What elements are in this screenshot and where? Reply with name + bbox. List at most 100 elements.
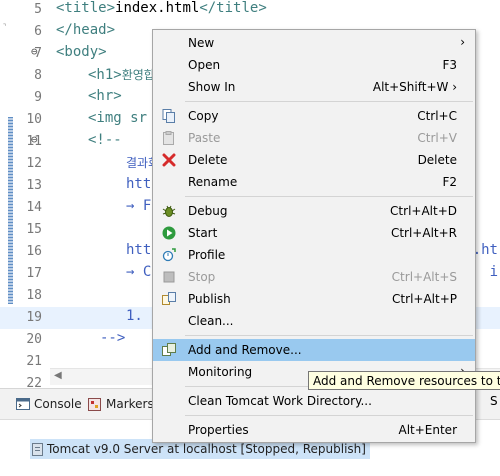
- markers-icon: [88, 398, 101, 411]
- menu-item-shortcut: Ctrl+C: [417, 109, 457, 123]
- menu-item-shortcut: Ctrl+V: [417, 131, 457, 145]
- menu-item-shortcut: Alt+Shift+W ›: [372, 80, 457, 94]
- delete-icon: [162, 153, 176, 167]
- line-number: 16: [26, 244, 42, 259]
- code-overflow-text: .ht: [472, 242, 498, 258]
- code-text: </head>: [56, 22, 116, 38]
- line-number: 18: [26, 288, 42, 303]
- copy-icon: [162, 109, 176, 123]
- menu-separator: [185, 335, 473, 336]
- menu-item-new[interactable]: New ›: [153, 32, 475, 54]
- tab-console-label: Console: [34, 397, 82, 411]
- menu-item-label: Show In: [188, 80, 236, 94]
- menu-item-clean[interactable]: Clean...: [153, 310, 475, 332]
- line-number: 11: [26, 134, 42, 149]
- profile-icon: [162, 248, 176, 262]
- menu-item-label: Clean Tomcat Work Directory...: [188, 394, 372, 408]
- code-line: 5 <title>index.html</title>: [0, 0, 500, 21]
- menu-item-rename[interactable]: Rename F2: [153, 171, 475, 193]
- menu-separator: [185, 196, 473, 197]
- line-number: 8: [34, 68, 42, 83]
- tab-overflow-label: S: [490, 394, 498, 408]
- menu-separator: [185, 415, 473, 416]
- line-number: 6: [34, 24, 42, 39]
- menu-item-label: Properties: [188, 423, 249, 437]
- scroll-left-icon[interactable]: ◀: [54, 370, 62, 381]
- menu-item-start[interactable]: Start Ctrl+Alt+R: [153, 222, 475, 244]
- menu-item-label: Paste: [188, 131, 221, 145]
- menu-item-shortcut: Delete: [417, 153, 457, 167]
- menu-item-publish[interactable]: Publish Ctrl+Alt+P: [153, 288, 475, 310]
- code-text: → F: [126, 198, 152, 214]
- menu-item-paste[interactable]: Paste Ctrl+V: [153, 127, 475, 149]
- menu-item-label: Start: [188, 226, 218, 240]
- code-text: <body>: [56, 44, 107, 60]
- code-text: → C: [126, 264, 152, 280]
- line-number: 17: [26, 266, 42, 281]
- server-icon: [32, 442, 43, 456]
- menu-item-label: Copy: [188, 109, 219, 123]
- code-text: <img sr: [88, 110, 148, 126]
- tooltip: Add and Remove resources to the s: [308, 371, 500, 390]
- line-number: 5: [34, 2, 42, 17]
- menu-item-label: Open: [188, 58, 221, 72]
- line-number: 7: [34, 46, 42, 61]
- code-text: htt: [126, 176, 152, 192]
- menu-item-label: Stop: [188, 270, 216, 284]
- menu-item-label: Profile: [188, 248, 226, 262]
- menu-item-stop[interactable]: Stop Ctrl+Alt+S: [153, 266, 475, 288]
- menu-item-debug[interactable]: Debug Ctrl+Alt+D: [153, 200, 475, 222]
- menu-item-delete[interactable]: Delete Delete: [153, 149, 475, 171]
- menu-item-shortcut: Ctrl+Alt+P: [392, 292, 457, 306]
- code-text: htt: [126, 242, 152, 258]
- menu-item-open[interactable]: Open F3: [153, 54, 475, 76]
- line-number: 15: [26, 222, 42, 237]
- menu-item-label: Clean...: [188, 314, 234, 328]
- paste-icon: [162, 131, 176, 145]
- menu-item-label: Monitoring: [188, 365, 253, 379]
- start-icon: [162, 226, 176, 240]
- code-text: <!--: [88, 132, 122, 148]
- console-icon: [16, 398, 30, 410]
- code-text: <title>index.html</title>: [56, 0, 267, 16]
- line-number: 10: [26, 112, 42, 127]
- menu-item-profile[interactable]: Profile: [153, 244, 475, 266]
- tab-overflow[interactable]: S: [490, 394, 500, 414]
- submenu-arrow-icon: ›: [460, 35, 465, 49]
- line-number: 14: [26, 200, 42, 215]
- line-number: 21: [26, 354, 42, 369]
- menu-item-shortcut: Alt+Enter: [398, 423, 457, 437]
- menu-item-show-in[interactable]: Show In Alt+Shift+W ›: [153, 76, 475, 98]
- line-number: 13: [26, 178, 42, 193]
- code-text: -->: [100, 330, 126, 346]
- menu-separator: [185, 101, 473, 102]
- tab-markers-label: Markers: [106, 397, 154, 411]
- line-number: 19: [26, 310, 42, 325]
- fold-toggle-icon[interactable]: ⊖: [31, 45, 38, 58]
- code-text: 1.: [126, 308, 143, 324]
- stop-icon: [162, 270, 176, 284]
- fold-toggle-icon[interactable]: ⊖: [31, 133, 38, 146]
- tab-markers[interactable]: Markers: [88, 395, 154, 413]
- menu-item-clean-tomcat-work-directory[interactable]: Clean Tomcat Work Directory...: [153, 390, 475, 412]
- menu-item-shortcut: F3: [442, 58, 457, 72]
- add-remove-icon: [162, 343, 176, 357]
- menu-item-label: Delete: [188, 153, 228, 167]
- code-text: <h1>환영합: [88, 67, 155, 83]
- menu-item-label: Rename: [188, 175, 238, 189]
- code-overflow-text: i: [489, 264, 498, 280]
- menu-item-add-and-remove[interactable]: Add and Remove...: [153, 339, 475, 361]
- line-number: 12: [26, 156, 42, 171]
- menu-item-shortcut: Ctrl+Alt+R: [390, 226, 457, 240]
- menu-item-label: Publish: [188, 292, 231, 306]
- menu-item-shortcut: F2: [442, 175, 457, 189]
- menu-item-properties[interactable]: Properties Alt+Enter: [153, 419, 475, 441]
- line-number: 22: [26, 376, 42, 388]
- publish-icon: [162, 292, 176, 306]
- menu-item-shortcut: Ctrl+Alt+D: [390, 204, 457, 218]
- line-number: 20: [26, 332, 42, 347]
- debug-icon: [162, 204, 176, 218]
- tab-console[interactable]: Console: [16, 395, 82, 413]
- menu-item-label: New: [188, 36, 215, 50]
- menu-item-copy[interactable]: Copy Ctrl+C: [153, 105, 475, 127]
